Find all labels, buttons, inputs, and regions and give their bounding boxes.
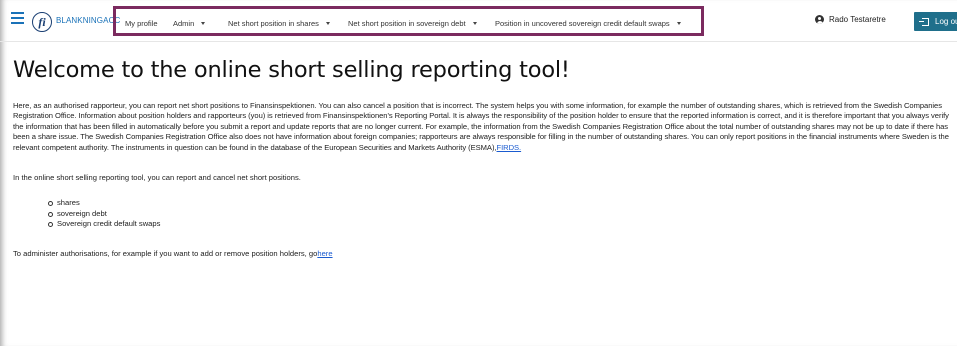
brand-name[interactable]: BLANKNINGACC	[56, 16, 120, 25]
report-paragraph: In the online short selling reporting to…	[13, 173, 301, 182]
user-icon	[815, 15, 824, 24]
nav-admin[interactable]: Admin	[173, 19, 206, 28]
list-item: shares	[47, 198, 160, 209]
nav-net-short-sovereign-debt[interactable]: Net short position in sovereign debt	[348, 19, 477, 28]
list-item: Sovereign credit default swaps	[47, 219, 161, 229]
nav-label: Net short position in sovereign debt	[348, 19, 466, 28]
logo-text: fi	[38, 14, 46, 29]
logout-label: Log out	[935, 17, 957, 26]
nav-label: Net short position in shares	[228, 19, 319, 28]
caret-down-icon	[325, 22, 330, 25]
logout-icon	[919, 17, 929, 26]
nav-uncovered-cds[interactable]: Position in uncovered sovereign credit d…	[495, 19, 681, 28]
nav-label: My profile	[125, 19, 158, 28]
caret-down-icon	[472, 22, 477, 25]
intro-text: Here, as an authorised rapporteur, you c…	[13, 101, 949, 152]
user-profile[interactable]: Rado Testaretre	[815, 15, 886, 24]
list-item: sovereign debt	[47, 209, 160, 220]
admin-here-link[interactable]: here	[317, 249, 332, 258]
hamburger-menu-icon[interactable]	[11, 12, 25, 26]
user-name: Rado Testaretre	[829, 15, 886, 24]
intro-paragraph: Here, as an authorised rapporteur, you c…	[13, 101, 957, 153]
top-navigation-bar: fi BLANKNINGACC My profile Admin Net sho…	[0, 0, 957, 42]
nav-my-profile[interactable]: My profile	[125, 19, 158, 28]
logout-button[interactable]: Log out	[914, 12, 957, 31]
main-nav-highlight: My profile Admin Net short position in s…	[113, 6, 704, 36]
firds-link[interactable]: FIRDS.	[497, 143, 522, 152]
nav-net-short-shares[interactable]: Net short position in shares	[228, 19, 330, 28]
admin-paragraph: To administer authorisations, for exampl…	[13, 249, 333, 258]
fi-logo[interactable]: fi	[32, 12, 52, 32]
caret-down-icon	[201, 22, 206, 25]
page-title: Welcome to the online short selling repo…	[13, 57, 570, 83]
caret-down-icon	[676, 22, 681, 25]
admin-text: To administer authorisations, for exampl…	[13, 249, 318, 258]
nav-label: Position in uncovered sovereign credit d…	[495, 19, 670, 28]
nav-label: Admin	[173, 19, 195, 28]
position-types-list: shares sovereign debt Sovereign credit d…	[47, 198, 161, 230]
